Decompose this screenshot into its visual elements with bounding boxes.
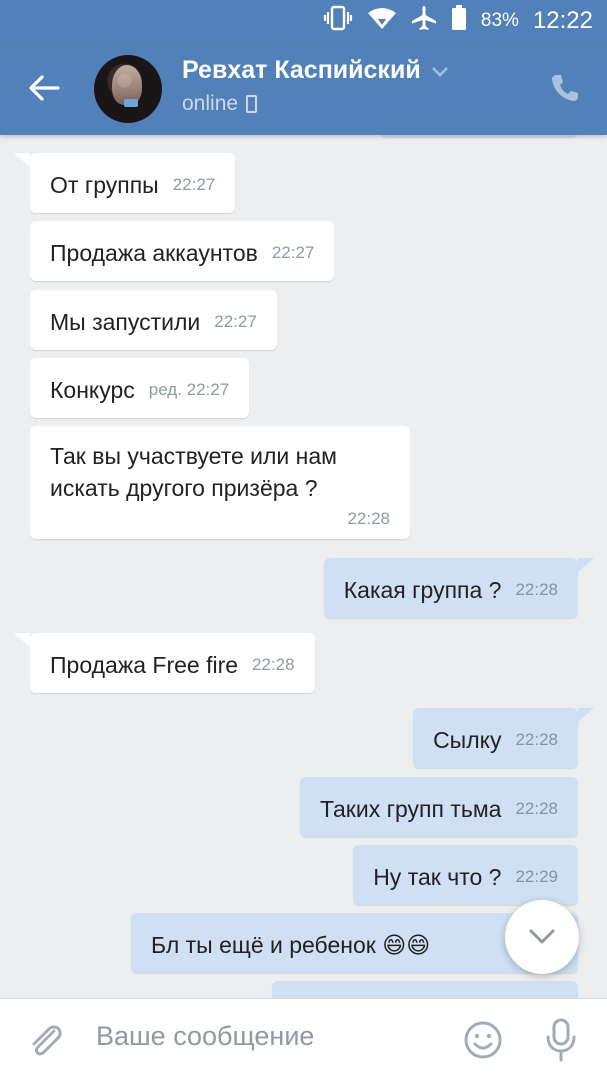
chevron-down-icon [431,56,449,85]
contact-name: Ревхат Каспийский [182,56,421,84]
message-input[interactable]: Ваше сообщение [96,1021,314,1052]
emoji-button[interactable] [462,1019,504,1061]
message-time: 22:28 [252,655,295,674]
mobile-icon [246,95,258,113]
message-text-line: Так вы участвуете или нам [50,443,337,469]
message-text: Продажа аккаунтов [50,240,258,266]
message-time: 22:27 [214,312,257,331]
wifi-icon [367,6,397,36]
back-button[interactable] [22,66,66,110]
chat-header: Ревхат Каспийский online [0,42,607,135]
status-bar: 83% 12:22 [0,0,607,42]
message-bubble-incoming[interactable]: Так вы участвуете или нам искать другого… [30,426,410,539]
message-time: 22:28 [347,509,390,528]
attach-button[interactable] [24,1019,68,1063]
message-bubble-partial [380,135,578,137]
message-text: Конкурс [50,377,135,403]
battery-percent: 83% [480,10,519,31]
message-bubble-incoming[interactable]: Продажа Free fire 22:28 [30,633,315,693]
contact-status: online [182,92,258,116]
message-bubble-incoming[interactable]: Мы запустили 22:27 [30,290,277,350]
message-bubble-partial [272,981,578,998]
message-bubble-outgoing[interactable]: Какая группа ? 22:28 [323,558,578,618]
message-time: 22:27 [172,175,216,194]
message-time: 22:29 [515,867,558,886]
message-text: Продажа Free fire [50,652,239,678]
message-bubble-incoming[interactable]: От группы 22:27 [30,153,236,213]
vibrate-icon [323,5,353,37]
message-time: ред. 22:27 [148,380,230,399]
battery-icon [451,5,467,37]
message-text-line: искать другого призёра ? [50,475,318,501]
phone-icon [552,75,578,101]
emoji-icon [464,1021,502,1059]
call-button[interactable] [545,68,585,108]
voice-message-button[interactable] [540,1017,582,1063]
contact-name-button[interactable]: Ревхат Каспийский [182,56,449,85]
avatar[interactable] [94,55,162,123]
message-bubble-outgoing[interactable]: Сылку 22:28 [413,708,578,768]
message-text: Мы запустили [50,309,201,335]
message-text: От группы [50,172,159,198]
message-text: Сылку [433,727,502,753]
paperclip-icon [32,1025,62,1056]
message-time: 22:28 [515,580,558,599]
message-bubble-incoming[interactable]: Продажа аккаунтов 22:27 [30,221,335,281]
message-bubble-outgoing[interactable]: Ну так что ? 22:29 [353,845,578,905]
airplane-icon [411,5,437,37]
message-composer: Ваше сообщение [0,998,607,1080]
message-text: Бл ты ещё и ребенок 😄😄 [151,932,431,958]
message-text: Таких групп тьма [320,796,502,822]
message-text: Какая группа ? [343,577,502,603]
message-text: Ну так что ? [373,864,502,890]
online-status: online [182,92,239,115]
message-bubble-incoming[interactable]: Конкурс ред. 22:27 [30,358,250,418]
message-bubble-outgoing[interactable]: Таких групп тьма 22:28 [300,777,578,837]
status-clock: 12:22 [532,7,593,34]
chevron-down-icon [529,929,555,944]
back-arrow-icon [29,75,60,101]
message-time: 22:28 [515,799,558,818]
scroll-to-bottom-button[interactable] [505,900,579,974]
message-list[interactable]: От группы 22:27 Продажа аккаунтов 22:27 … [0,135,607,998]
message-time: 22:28 [515,730,558,749]
message-time: 22:27 [271,243,315,262]
microphone-icon [546,1018,576,1062]
